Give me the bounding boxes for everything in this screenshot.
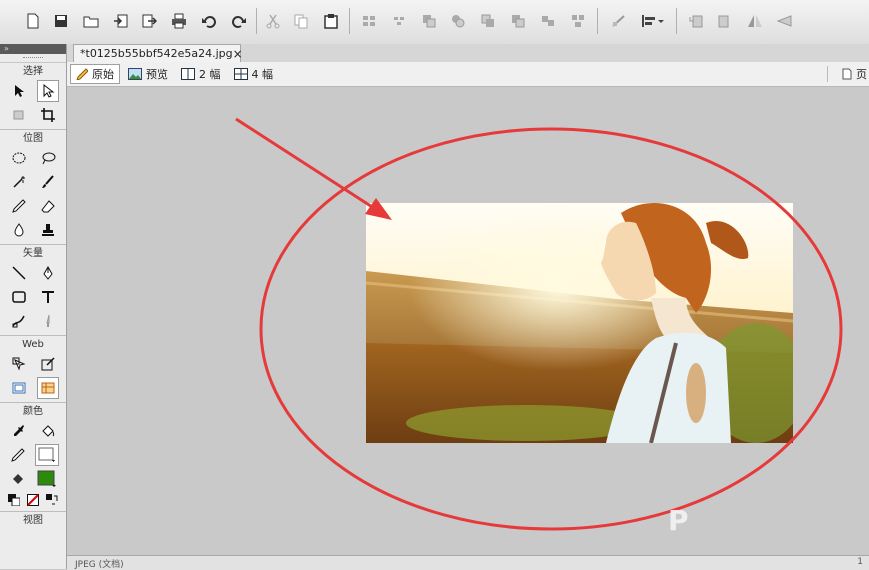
- pointer-tool-icon[interactable]: [8, 80, 30, 102]
- view-mode-bar: 原始 预览 2 幅 4 幅 页: [67, 62, 869, 87]
- tab-4-up[interactable]: 4 幅: [229, 64, 279, 84]
- eraser-tool-icon[interactable]: [37, 195, 59, 217]
- stroke-color-swatch[interactable]: [35, 444, 59, 466]
- document-image[interactable]: [366, 203, 793, 443]
- line-tool-icon[interactable]: [8, 262, 30, 284]
- redo-icon[interactable]: [228, 10, 250, 32]
- section-view-title: 视图: [23, 515, 43, 526]
- four-panes-icon: [233, 68, 248, 80]
- freeform-tool-icon[interactable]: [8, 310, 30, 332]
- send-back-icon[interactable]: [567, 10, 589, 32]
- tools-panel: » 选择 位图 矢量 Web 颜色 视图: [0, 44, 67, 569]
- document-tab[interactable]: *t0125b55bbf542e5a24.jpg ×: [73, 44, 243, 62]
- canvas-area[interactable]: [67, 87, 869, 555]
- text-tool-icon[interactable]: [37, 286, 59, 308]
- blur-tool-icon[interactable]: [8, 219, 30, 241]
- bring-forward-icon[interactable]: [507, 10, 529, 32]
- group-icon[interactable]: [358, 10, 380, 32]
- knife-tool-icon[interactable]: [37, 310, 59, 332]
- fill-color-swatch[interactable]: [35, 468, 59, 490]
- stamp-tool-icon[interactable]: [37, 219, 59, 241]
- section-select-title: 选择: [23, 66, 43, 77]
- tab-2-up[interactable]: 2 幅: [176, 64, 226, 84]
- status-text: JPEG (文档): [75, 560, 124, 570]
- marquee-tool-icon[interactable]: [8, 147, 30, 169]
- magic-wand-icon[interactable]: [8, 171, 30, 193]
- rotate-right-icon[interactable]: [714, 10, 736, 32]
- slice-tool-icon[interactable]: [37, 353, 59, 375]
- no-color-icon[interactable]: [26, 494, 39, 506]
- eyedropper-tool-icon[interactable]: [8, 420, 30, 442]
- distribute-icon[interactable]: [608, 10, 630, 32]
- close-tab-icon[interactable]: ×: [233, 47, 243, 61]
- tab-4-up-label: 4 幅: [251, 68, 274, 81]
- send-backward-icon[interactable]: [537, 10, 559, 32]
- main-toolbar: [0, 0, 869, 45]
- two-panes-icon: [181, 68, 195, 80]
- save-icon[interactable]: [50, 10, 72, 32]
- crop-tool-icon[interactable]: [37, 104, 59, 126]
- flip-vertical-icon[interactable]: [773, 10, 795, 32]
- subselect-tool-icon[interactable]: [36, 80, 59, 102]
- align-dropdown-icon[interactable]: [638, 10, 668, 32]
- picture-icon: [128, 68, 142, 80]
- page-number: 1: [857, 557, 863, 567]
- show-slices-icon[interactable]: [36, 377, 59, 399]
- section-color-title: 颜色: [23, 406, 43, 417]
- scale-tool-icon[interactable]: [8, 104, 30, 126]
- bring-front-icon[interactable]: [477, 10, 499, 32]
- page-menu[interactable]: 页: [837, 64, 869, 84]
- brush-tool-icon[interactable]: [37, 171, 59, 193]
- tab-original[interactable]: 原始: [70, 64, 120, 84]
- pen-tool-icon[interactable]: [37, 262, 59, 284]
- default-colors-icon[interactable]: [7, 494, 21, 507]
- panel-header[interactable]: »: [0, 44, 66, 54]
- document-tab-bar: *t0125b55bbf542e5a24.jpg ×: [67, 44, 869, 63]
- tab-preview[interactable]: 预览: [123, 64, 173, 84]
- section-web-title: Web: [22, 339, 44, 350]
- import-icon[interactable]: [110, 10, 132, 32]
- hotspot-tool-icon[interactable]: [8, 353, 30, 375]
- ungroup-icon[interactable]: [388, 10, 410, 32]
- copy-icon[interactable]: [290, 10, 312, 32]
- panel-grip[interactable]: [0, 54, 66, 63]
- hide-slices-icon[interactable]: [8, 377, 30, 399]
- page-icon: [842, 68, 852, 80]
- new-file-icon[interactable]: [22, 10, 44, 32]
- tab-original-label: 原始: [92, 68, 114, 81]
- document-tab-title: *t0125b55bbf542e5a24.jpg: [80, 47, 233, 60]
- swap-colors-icon[interactable]: [46, 494, 58, 506]
- status-bar: JPEG (文档) 1: [67, 555, 869, 570]
- lasso-tool-icon[interactable]: [37, 147, 59, 169]
- page-menu-label: 页: [856, 68, 867, 81]
- rectangle-tool-icon[interactable]: [8, 286, 30, 308]
- print-icon[interactable]: [168, 10, 190, 32]
- open-folder-icon[interactable]: [80, 10, 102, 32]
- cut-icon[interactable]: [262, 10, 284, 32]
- split-icon[interactable]: [447, 10, 469, 32]
- undo-icon[interactable]: [198, 10, 220, 32]
- pencil-icon: [76, 68, 88, 80]
- stroke-color-icon[interactable]: [7, 444, 29, 466]
- rotate-left-icon[interactable]: [685, 10, 707, 32]
- pencil-tool-icon[interactable]: [8, 195, 30, 217]
- fill-color-icon[interactable]: [7, 468, 29, 490]
- export-icon[interactable]: [138, 10, 160, 32]
- tab-preview-label: 预览: [146, 68, 168, 81]
- tab-2-up-label: 2 幅: [199, 68, 221, 81]
- join-icon[interactable]: [418, 10, 440, 32]
- section-vector-title: 矢量: [23, 248, 43, 259]
- flip-horizontal-icon[interactable]: [744, 10, 766, 32]
- paste-icon[interactable]: [320, 10, 342, 32]
- paint-bucket-icon[interactable]: [37, 420, 59, 442]
- section-bitmap-title: 位图: [23, 133, 43, 144]
